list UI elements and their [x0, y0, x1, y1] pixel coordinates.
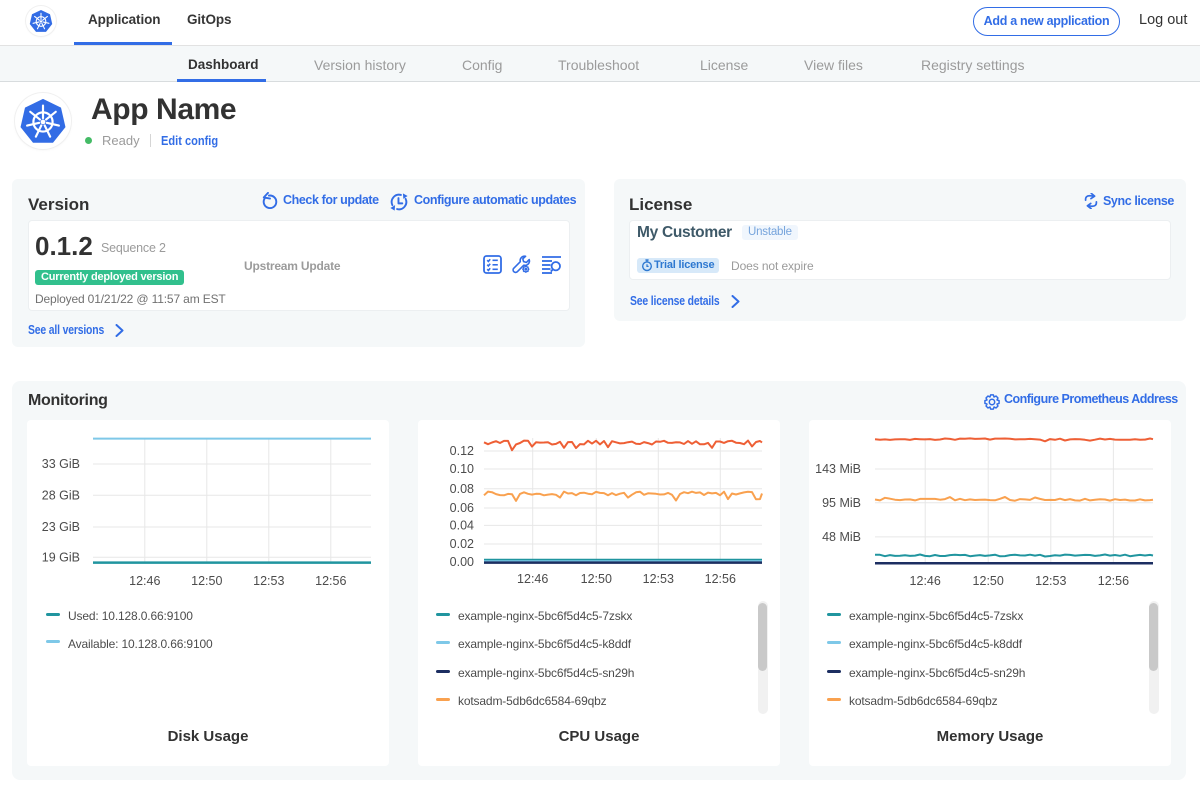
svg-text:0.10: 0.10	[450, 462, 474, 476]
svg-text:0.02: 0.02	[450, 537, 474, 551]
svg-text:12:46: 12:46	[129, 574, 160, 588]
svg-text:12:53: 12:53	[1035, 574, 1066, 588]
svg-text:143 MiB: 143 MiB	[815, 462, 861, 476]
svg-text:23 GiB: 23 GiB	[42, 520, 80, 534]
svg-text:0.04: 0.04	[450, 518, 474, 532]
svg-text:0.08: 0.08	[450, 482, 474, 496]
svg-text:12:56: 12:56	[1098, 574, 1129, 588]
svg-text:0.00: 0.00	[450, 555, 474, 569]
svg-text:48 MiB: 48 MiB	[822, 530, 861, 544]
svg-text:28 GiB: 28 GiB	[42, 488, 80, 502]
svg-text:12:56: 12:56	[705, 572, 736, 586]
svg-text:12:53: 12:53	[643, 572, 674, 586]
svg-text:12:46: 12:46	[910, 574, 941, 588]
svg-text:12:56: 12:56	[315, 574, 346, 588]
svg-text:95 MiB: 95 MiB	[822, 496, 861, 510]
svg-text:12:46: 12:46	[517, 572, 548, 586]
svg-text:12:53: 12:53	[253, 574, 284, 588]
svg-text:0.12: 0.12	[450, 444, 474, 458]
svg-text:12:50: 12:50	[191, 574, 222, 588]
svg-text:12:50: 12:50	[581, 572, 612, 586]
svg-text:19 GiB: 19 GiB	[42, 550, 80, 564]
svg-text:33 GiB: 33 GiB	[42, 457, 80, 471]
svg-text:0.06: 0.06	[450, 501, 474, 515]
svg-text:12:50: 12:50	[973, 574, 1004, 588]
